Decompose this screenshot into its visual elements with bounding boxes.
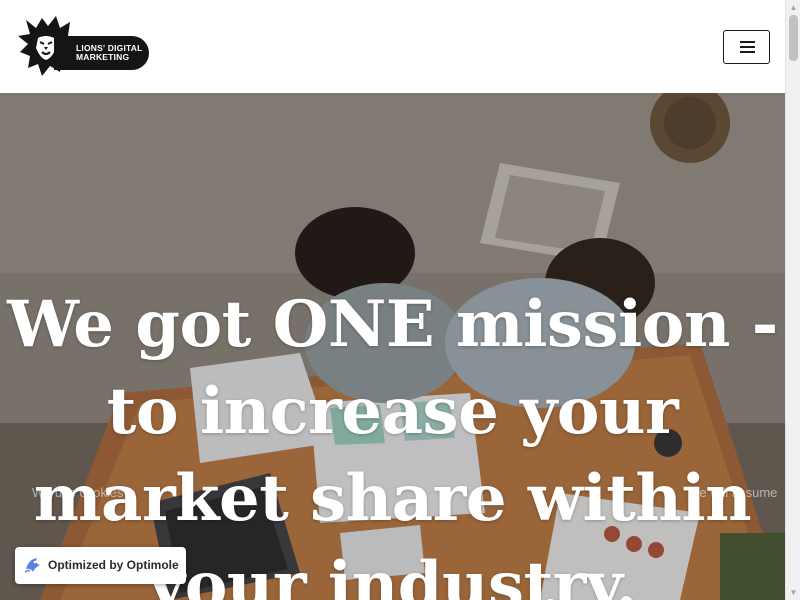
hamburger-menu-icon-bar <box>740 51 755 53</box>
optimole-badge[interactable]: Optimized by Optimole <box>15 547 186 584</box>
hamburger-menu-icon <box>740 41 755 43</box>
menu-toggle-button[interactable] <box>723 30 770 64</box>
hamburger-menu-icon-bar <box>740 46 755 48</box>
hero-section: We use cookies we will assume We got ONE… <box>0 93 785 600</box>
scrollbar-thumb[interactable] <box>789 15 798 61</box>
logo-wordmark: LIONS' DIGITAL MARKETING <box>54 36 149 70</box>
optimole-badge-label: Optimized by Optimole <box>48 558 179 572</box>
site-header: LIONS' DIGITAL MARKETING <box>0 0 785 93</box>
site-logo[interactable]: LIONS' DIGITAL MARKETING <box>16 14 149 78</box>
optimole-logo-icon <box>24 558 40 573</box>
scroll-up-arrow-icon[interactable]: ▲ <box>786 0 800 15</box>
logo-line-2: MARKETING <box>76 52 130 62</box>
page-scrollbar[interactable]: ▲ ▼ <box>785 0 800 600</box>
scroll-down-arrow-icon[interactable]: ▼ <box>786 585 800 600</box>
